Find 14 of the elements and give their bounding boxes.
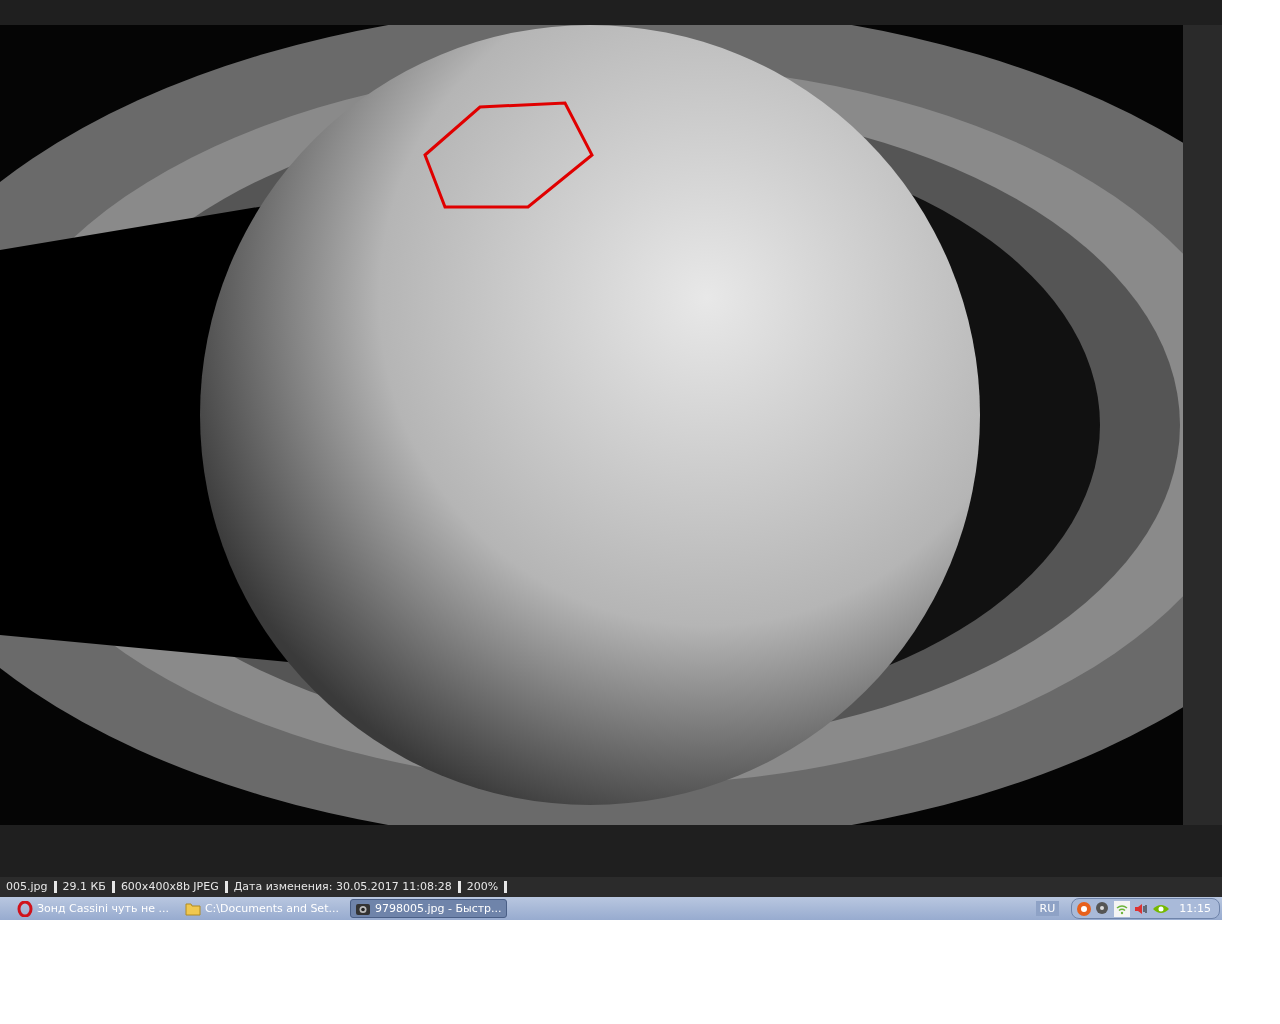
status-field: 005.jpg — [0, 881, 57, 893]
status-field: Дата изменения: 30.05.2017 11:08:28 — [227, 881, 461, 893]
ring-logo-icon — [17, 900, 33, 917]
status-field: 29.1 КБ — [56, 881, 115, 893]
taskbar-button[interactable]: C:\Documents and Set... — [179, 899, 344, 918]
language-indicator[interactable]: RU — [1035, 901, 1060, 916]
folder-icon — [184, 901, 201, 916]
taskbar-button[interactable]: 9798005.jpg - Быстр... — [349, 899, 507, 918]
swirl-logo-icon[interactable] — [1076, 900, 1093, 917]
taskbar-button[interactable]: Зонд Cassini чуть не ... — [12, 899, 174, 918]
wifi-icon[interactable] — [1114, 900, 1131, 917]
status-field: 200% — [460, 881, 508, 893]
clock: 11:15 — [1179, 902, 1211, 915]
status-field: 600x400x8b JPEG — [114, 881, 228, 893]
